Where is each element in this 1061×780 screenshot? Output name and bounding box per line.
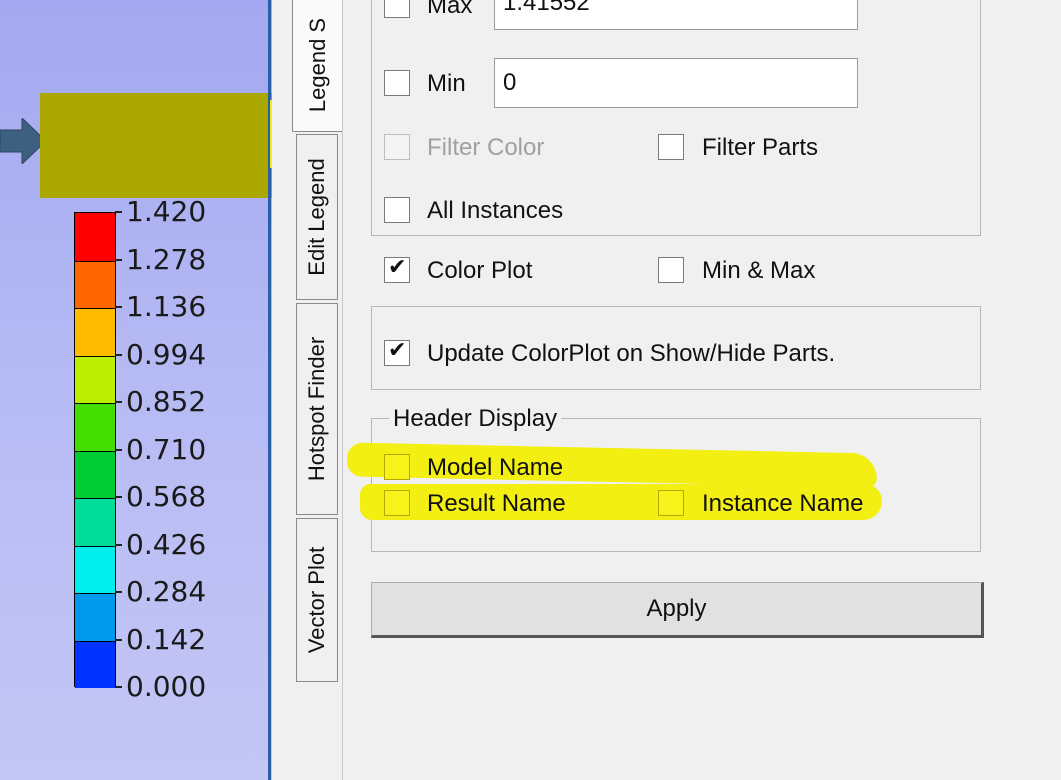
header-display-title: Header Display [389,407,562,431]
color-plot-label: Color Plot [427,257,533,284]
legend-tick [115,686,122,688]
instance-name-checkbox[interactable] [658,490,684,516]
legend-color-segment [75,545,115,593]
filter-parts-checkbox[interactable] [658,134,684,160]
legend-tick [115,448,122,451]
tab-label: Legend S [304,17,330,113]
min-checkbox[interactable] [384,70,410,96]
highlight-marker [40,93,272,198]
max-label: Max [427,0,473,19]
legend-color-segment [75,498,115,546]
all-instances-label: All Instances [427,197,564,224]
legend-tick [115,211,122,213]
legend-color-segment [75,308,115,356]
legend-value-label: 0.710 [126,432,207,466]
legend-value-label: 0.000 [126,670,207,703]
legend-value-label: 1.420 [126,195,207,228]
color-legend-bar [74,212,116,688]
min-input[interactable]: 0 [494,58,858,108]
legend-color-segment [75,450,115,498]
legend-value-label: 1.136 [126,290,207,323]
max-checkbox[interactable] [384,0,410,18]
legend-tick [115,401,122,403]
tab-legend-settings[interactable]: Legend S [292,0,342,132]
max-input[interactable]: 1.41552 [494,0,858,30]
filter-color-checkbox[interactable] [384,134,410,160]
tab-hotspot-finder[interactable]: Hotspot Finder [296,303,338,515]
legend-tick [115,258,122,261]
legend-color-segment [75,260,115,308]
legend-value-label: 0.142 [126,622,207,656]
result-name-checkbox[interactable] [384,490,410,516]
update-colorplot-label: Update ColorPlot on Show/Hide Parts. [427,340,836,367]
tab-label: Edit Legend [304,158,329,276]
apply-button[interactable]: Apply [371,582,984,638]
viewport: 1.420 1.278 1.136 0.994 0.852 0.710 0.568 0.426… [0,0,272,780]
legend-tick [115,496,122,498]
update-colorplot-checkbox[interactable]: ✔ [384,338,410,366]
legend-value-label: 0.994 [126,337,207,371]
filter-parts-label: Filter Parts [702,134,819,161]
legend-value-label: 0.426 [126,527,207,561]
all-instances-checkbox[interactable] [384,197,410,223]
legend-value-label: 1.278 [126,242,207,276]
model-name-checkbox[interactable] [384,454,410,480]
check-icon: ✔ [388,255,407,280]
legend-tick [115,638,122,641]
color-plot-checkbox[interactable]: ✔ [384,255,410,283]
filter-color-label: Filter Color [427,134,545,161]
tab-edit-legend[interactable]: Edit Legend [296,134,338,300]
min-label: Min [427,70,466,97]
check-icon: ✔ [388,338,407,363]
legend-color-segment [75,403,115,451]
legend-color-segment [75,593,115,641]
legend-tick [115,591,122,593]
min-max-label: Min & Max [702,257,816,284]
result-name-label: Result Name [427,490,566,517]
model-name-label: Model Name [427,454,564,481]
min-max-checkbox[interactable] [658,257,684,283]
legend-value-label: 0.284 [126,575,207,608]
legend-color-segment [75,213,115,261]
instance-name-label: Instance Name [702,490,864,517]
tab-label: Hotspot Finder [304,336,329,482]
legend-value-label: 0.568 [126,480,207,513]
legend-tick [115,306,122,308]
legend-tick [115,543,122,546]
legend-color-segment [75,355,115,403]
legend-color-segment [75,640,115,688]
panel-divider [342,0,343,780]
legend-value-label: 0.852 [126,385,207,418]
legend-tick [115,353,122,356]
tab-vector-plot[interactable]: Vector Plot [296,518,338,682]
tab-label: Vector Plot [304,546,329,654]
